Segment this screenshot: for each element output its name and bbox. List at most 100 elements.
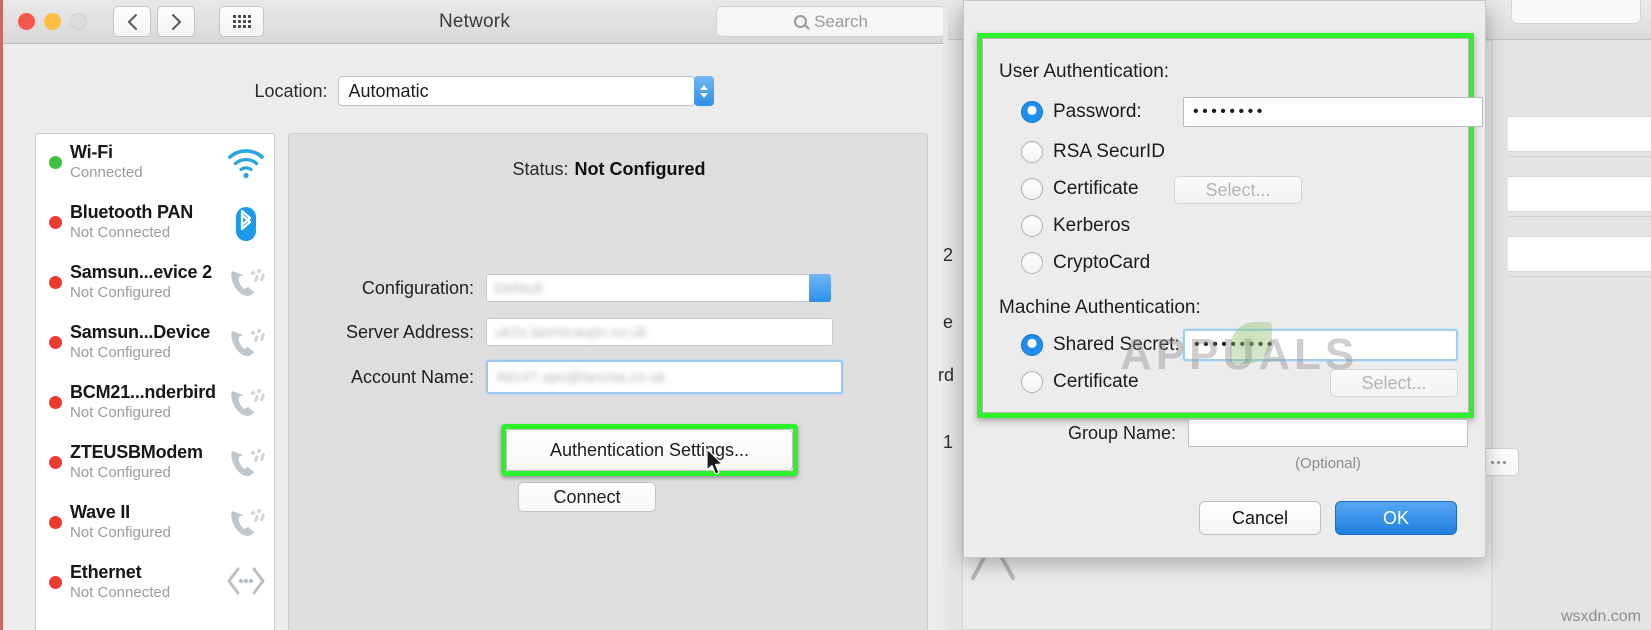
modem-icon: [226, 386, 266, 422]
location-label: Location:: [254, 80, 328, 101]
authentication-group-box: User Authentication: Password: •••••••• …: [982, 38, 1483, 413]
radio-option-cryptocard[interactable]: CryptoCard: [1021, 252, 1150, 274]
group-name-label: Group Name:: [1067, 422, 1176, 443]
location-row: Location: Automatic: [3, 76, 943, 106]
radio-icon[interactable]: [1021, 178, 1043, 200]
radio-icon[interactable]: [1021, 141, 1043, 163]
background-field-row: [1508, 116, 1651, 152]
radio-icon[interactable]: [1021, 334, 1043, 356]
status-led: [49, 516, 62, 529]
bluetooth-icon: [226, 206, 266, 242]
connect-button[interactable]: Connect: [518, 482, 656, 512]
background-toolbar-right: [1511, 0, 1641, 24]
wifi-icon: [226, 146, 266, 182]
status-led: [49, 336, 62, 349]
location-select[interactable]: Automatic: [337, 76, 714, 106]
cancel-button[interactable]: Cancel: [1199, 501, 1321, 535]
radio-label: RSA SecurID: [1053, 141, 1165, 162]
window-titlebar: Network Search: [3, 0, 943, 44]
radio-label: Certificate: [1053, 178, 1139, 199]
dialog-buttons: Cancel OK: [964, 501, 1487, 535]
ok-button[interactable]: OK: [1335, 501, 1457, 535]
configuration-row: Configuration: Default: [299, 274, 831, 302]
certificate-select-label-machine: Select...: [1361, 372, 1427, 393]
status-led: [49, 456, 62, 469]
account-name-label: Account Name:: [350, 366, 474, 387]
configuration-select[interactable]: Default: [486, 274, 831, 302]
auth-settings-highlight: Authentication Settings...: [501, 424, 798, 476]
ok-label: OK: [1382, 507, 1409, 528]
radio-icon[interactable]: [1021, 371, 1043, 393]
shared-secret-value: •••••••••: [1194, 336, 1276, 353]
list-item[interactable]: Ethernet Not Connected: [36, 554, 274, 614]
list-item[interactable]: ZTEUSBModem Not Configured: [36, 434, 274, 494]
list-item[interactable]: BCM21...nderbird Not Configured: [36, 374, 274, 434]
password-input[interactable]: ••••••••: [1183, 97, 1483, 127]
list-item[interactable]: Bluetooth PAN Not Connected: [36, 194, 274, 254]
radio-option-certificate-user[interactable]: Certificate: [1021, 178, 1139, 200]
configuration-value: Default: [495, 279, 543, 297]
service-list[interactable]: Wi-Fi Connected Bluetooth PAN Not Connec…: [35, 133, 275, 630]
radio-label: Shared Secret:: [1053, 334, 1180, 355]
radio-label: Kerberos: [1053, 215, 1131, 236]
account-name-row: Account Name: 48147.vpn@lanmia.co.uk: [299, 360, 843, 394]
search-icon: [794, 15, 808, 28]
location-value: Automatic: [348, 80, 429, 101]
status-value: Not Configured: [574, 159, 706, 179]
status-led: [49, 156, 62, 169]
search-placeholder: Search: [814, 11, 868, 31]
status-led: [49, 276, 62, 289]
background-divider: [1508, 216, 1651, 217]
authentication-settings-button[interactable]: Authentication Settings...: [506, 429, 793, 471]
ethernet-icon: [226, 566, 266, 602]
radio-option-shared-secret[interactable]: Shared Secret:: [1021, 334, 1180, 356]
machine-authentication-title: Machine Authentication:: [999, 297, 1201, 318]
service-detail-pane: Status: Not Configured Configuration: Def…: [288, 133, 928, 630]
radio-label: CryptoCard: [1053, 252, 1151, 273]
account-name-value: 48147.vpn@lanmia.co.uk: [496, 368, 666, 386]
server-address-row: Server Address: uk2s.lanmicavpn.co.uk: [299, 318, 833, 346]
radio-option-kerberos[interactable]: Kerberos: [1021, 215, 1130, 237]
certificate-select-label-user: Select...: [1205, 179, 1271, 200]
radio-option-certificate-machine[interactable]: Certificate: [1021, 371, 1139, 393]
radio-label: Certificate: [1053, 371, 1139, 392]
modem-icon: [226, 326, 266, 362]
modem-icon: [226, 506, 266, 542]
background-field-column: [1508, 48, 1651, 548]
shared-secret-input[interactable]: •••••••••: [1183, 329, 1458, 361]
list-item[interactable]: Samsun...Device Not Configured: [36, 314, 274, 374]
status-label: Status:: [512, 159, 569, 179]
status-led: [49, 576, 62, 589]
list-item[interactable]: Samsun...evice 2 Not Configured: [36, 254, 274, 314]
group-name-input[interactable]: [1188, 419, 1468, 447]
configuration-label: Configuration:: [361, 277, 474, 298]
server-address-input[interactable]: uk2s.lanmicavpn.co.uk: [486, 318, 833, 346]
radio-option-password[interactable]: Password:: [1021, 101, 1142, 123]
watermark-site: wsxdn.com: [1560, 608, 1641, 625]
location-stepper-icon[interactable]: [693, 76, 714, 106]
background-field-row: [1508, 176, 1651, 212]
list-item[interactable]: Wave II Not Configured: [36, 494, 274, 554]
status-led: [49, 396, 62, 409]
authentication-settings-dialog: User Authentication: Password: •••••••• …: [963, 0, 1486, 558]
authentication-group-highlight: User Authentication: Password: •••••••• …: [977, 33, 1483, 418]
cancel-label: Cancel: [1231, 507, 1289, 528]
certificate-select-button-machine[interactable]: Select...: [1330, 369, 1458, 397]
search-input[interactable]: Search: [716, 6, 943, 37]
background-divider: [1508, 276, 1651, 277]
radio-option-rsa-securid[interactable]: RSA SecurID: [1021, 141, 1165, 163]
account-name-input[interactable]: 48147.vpn@lanmia.co.uk: [486, 360, 843, 394]
password-value: ••••••••: [1193, 103, 1266, 120]
configuration-stepper-icon[interactable]: [809, 274, 831, 302]
status-led: [49, 216, 62, 229]
list-item[interactable]: Wi-Fi Connected: [36, 134, 274, 194]
radio-icon[interactable]: [1021, 101, 1043, 123]
radio-icon[interactable]: [1021, 252, 1043, 274]
group-name-row: Group Name:: [964, 419, 1487, 447]
obscured-text-fragment: 1: [943, 432, 954, 452]
server-address-value: uk2s.lanmicavpn.co.uk: [495, 323, 647, 341]
certificate-select-button-user[interactable]: Select...: [1174, 176, 1302, 204]
status-row: Status: Not Configured: [289, 159, 929, 180]
radio-icon[interactable]: [1021, 215, 1043, 237]
modem-icon: [226, 446, 266, 482]
